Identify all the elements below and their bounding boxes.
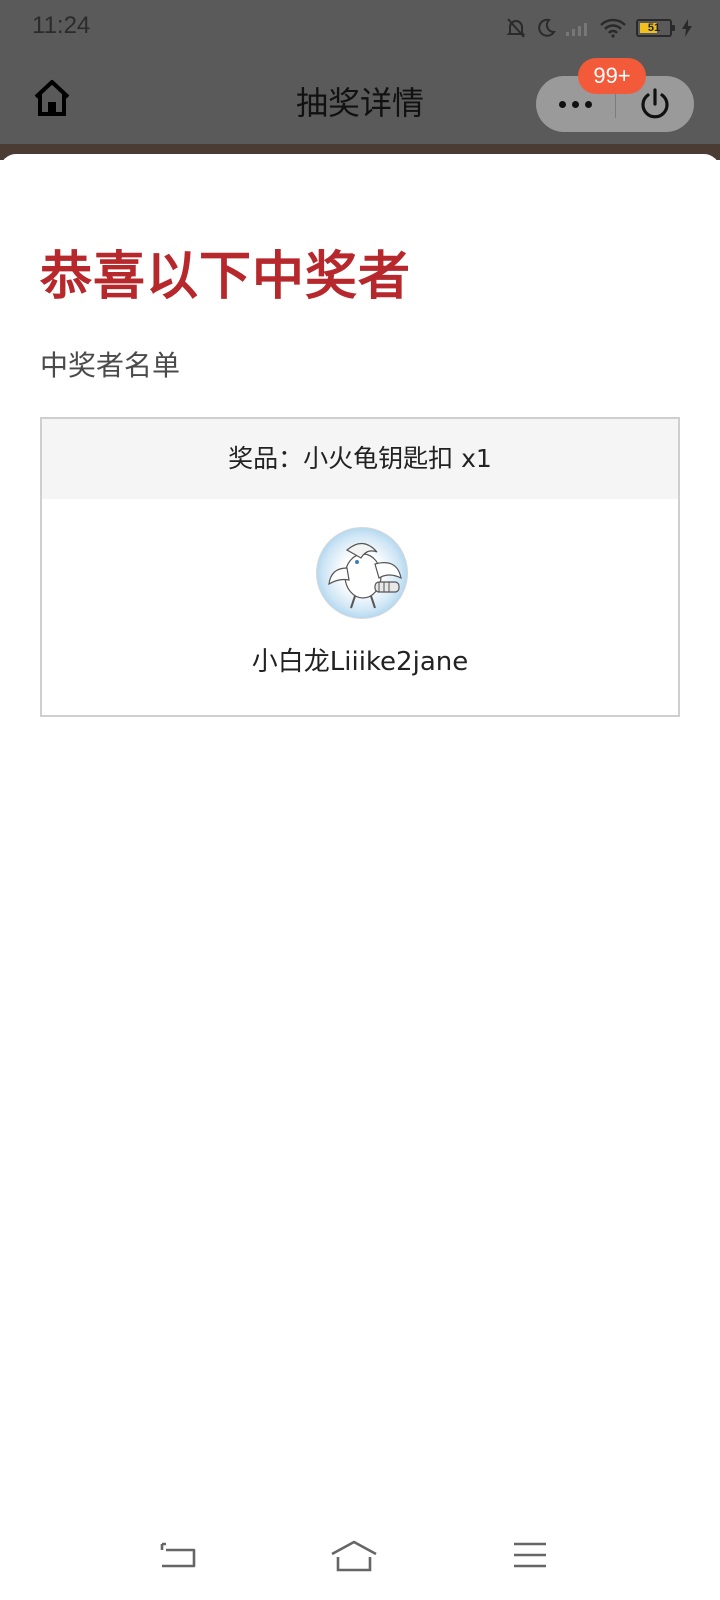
signal-icon bbox=[566, 20, 590, 36]
battery-icon: 51 bbox=[636, 19, 675, 37]
status-icons: 51 bbox=[506, 16, 692, 40]
prize-card: 奖品：小火龟钥匙扣 x1 小白龙Liiike2jane bbox=[40, 417, 680, 717]
menu-nav-button[interactable] bbox=[512, 1540, 548, 1574]
congrats-title: 恭喜以下中奖者 bbox=[40, 246, 412, 307]
battery-level: 51 bbox=[647, 22, 661, 34]
avatar[interactable] bbox=[316, 527, 408, 619]
notification-badge: 99+ bbox=[578, 58, 646, 94]
winners-list-label: 中奖者名单 bbox=[40, 349, 181, 382]
moon-icon bbox=[536, 18, 556, 38]
home-nav-button[interactable] bbox=[330, 1540, 378, 1576]
more-icon bbox=[556, 100, 595, 108]
prize-label: 奖品：小火龟钥匙扣 x1 bbox=[42, 419, 678, 499]
winner-name: 小白龙Liiike2jane bbox=[251, 647, 469, 677]
wifi-icon bbox=[600, 18, 626, 38]
home-outline-icon bbox=[331, 1540, 377, 1572]
menu-icon bbox=[514, 1542, 546, 1568]
avatar-image bbox=[328, 542, 402, 609]
back-icon bbox=[160, 1542, 196, 1568]
result-sheet: 恭喜以下中奖者 中奖者名单 奖品：小火龟钥匙扣 x1 小白龙Liiike2jan… bbox=[0, 154, 720, 1600]
status-time: 11:24 bbox=[32, 12, 91, 39]
charging-icon bbox=[682, 19, 692, 37]
power-icon bbox=[641, 88, 669, 119]
mute-bell-icon bbox=[506, 17, 526, 39]
status-bar: 11:24 51 bbox=[0, 0, 720, 56]
system-nav-bar bbox=[0, 1500, 720, 1600]
back-button[interactable] bbox=[158, 1540, 198, 1574]
